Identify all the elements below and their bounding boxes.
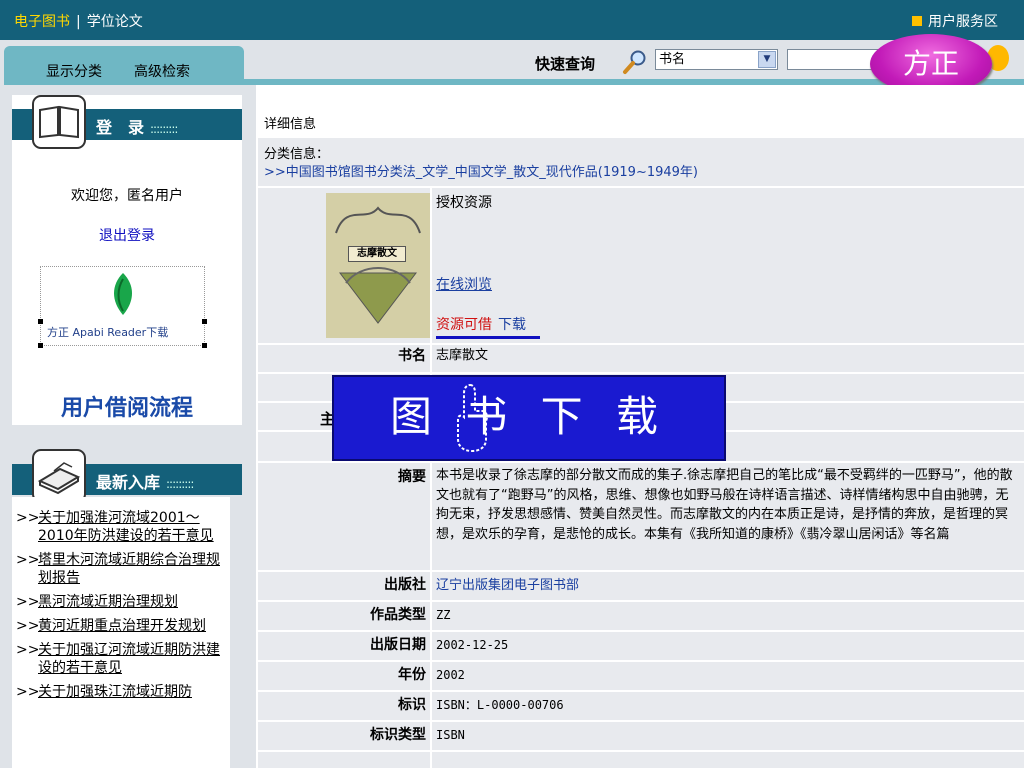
type-value: ZZ	[432, 602, 1024, 630]
type-key: 作品类型	[258, 602, 430, 630]
publisher-link[interactable]: 辽宁出版集团电子图书部	[432, 572, 1024, 600]
year-key: 年份	[258, 662, 430, 690]
list-item: >> 黑河流域近期治理规划	[12, 593, 230, 611]
latest-list-panel: >> 关于加强淮河流域2001～2010年防洪建设的若干意见 >> 塔里木河流域近期…	[12, 497, 230, 768]
user-service-link[interactable]: 用户服务区	[912, 11, 998, 31]
cover-title: 志摩散文	[348, 246, 406, 262]
list-marker: >>	[16, 618, 40, 634]
header-dots: :::::::::	[166, 477, 194, 491]
publisher-key: 出版社	[258, 572, 430, 600]
leaf-logo-icon	[114, 273, 132, 315]
books-stack-icon	[32, 449, 86, 503]
list-item: >> 塔里木河流域近期综合治理规划报告	[12, 551, 230, 587]
login-header-title: 登 录	[96, 118, 145, 137]
book-download-banner[interactable]: 图 书 下 载	[332, 375, 726, 461]
latest-link[interactable]: 关于加强珠江流域近期防	[38, 684, 192, 700]
list-marker: >>	[16, 684, 40, 700]
resize-handle	[202, 319, 207, 324]
abstract-key: 摘要	[258, 463, 430, 570]
online-browse-link[interactable]: 在线浏览	[436, 274, 492, 294]
availability: 资源可借 下载	[436, 314, 526, 334]
category-info: 分类信息： >>中国图书馆图书分类法_文学_中国文学_散文_现代作品(1919~…	[258, 138, 1024, 186]
list-marker: >>	[16, 552, 40, 568]
advanced-search-link[interactable]: 高级检索	[134, 61, 190, 81]
latest-link[interactable]: 关于加强辽河流域近期防洪建设的若干意见	[38, 642, 220, 676]
date-value: 2002-12-25	[432, 632, 1024, 660]
date-row: 出版日期 2002-12-25	[258, 632, 1024, 660]
identifier-value: ISBN：L-0000-00706	[432, 692, 1024, 720]
latest-link[interactable]: 关于加强淮河流域2001～2010年防洪建设的若干意见	[38, 510, 214, 544]
underline-bar	[436, 336, 540, 339]
search-field-select[interactable]: 书名 ▼	[655, 49, 778, 70]
cover-row: 志摩散文 授权资源 在线浏览 资源可借 下载	[258, 188, 1024, 343]
user-service-label: 用户服务区	[928, 14, 998, 30]
latest-header-title: 最新入库	[96, 473, 161, 492]
authorized-resource: 授权资源	[436, 195, 492, 211]
available-label: 资源可借	[436, 317, 492, 333]
logout-link[interactable]: 退出登录	[12, 225, 242, 245]
publisher-row: 出版社 辽宁出版集团电子图书部	[258, 572, 1024, 600]
header-dots: :::::::::	[150, 122, 178, 136]
square-bullet-icon	[912, 16, 922, 26]
nav-separator: |	[76, 14, 81, 30]
list-marker: >>	[16, 594, 40, 610]
list-item: >> 关于加强淮河流域2001～2010年防洪建设的若干意见	[12, 509, 230, 545]
latest-link[interactable]: 塔里木河流域近期综合治理规划报告	[38, 552, 220, 586]
quick-search-label: 快速查询	[535, 55, 596, 73]
identifier-key: 标识	[258, 692, 430, 720]
list-item: >> 关于加强珠江流域近期防	[12, 683, 230, 701]
year-value: 2002	[432, 662, 1024, 690]
resize-handle	[38, 319, 43, 324]
cover-cell: 志摩散文	[258, 188, 430, 343]
date-key: 出版日期	[258, 632, 430, 660]
identifier-type-value: ISBN	[432, 722, 1024, 750]
book-cover-image: 志摩散文	[326, 193, 430, 338]
latest-link[interactable]: 黄河近期重点治理开发规划	[38, 618, 206, 634]
type-row: 作品类型 ZZ	[258, 602, 1024, 630]
hand-cursor-icon	[457, 383, 488, 453]
category-label: 分类信息：	[264, 147, 330, 162]
banner-text: 图 书 下 载	[389, 392, 669, 441]
list-marker: >>	[16, 510, 40, 526]
identifier-row: 标识 ISBN：L-0000-00706	[258, 692, 1024, 720]
page-title: 详细信息	[264, 117, 317, 132]
search-field-value: 书名	[659, 52, 686, 67]
latest-panel-header: 最新入库:::::::::	[12, 449, 242, 503]
chevron-down-icon[interactable]: ▼	[758, 51, 776, 68]
year-row: 年份 2002	[258, 662, 1024, 690]
identifier-type-key: 标识类型	[258, 722, 430, 750]
tab-area: 显示分类 高级检索	[4, 46, 244, 85]
latest-link[interactable]: 黑河流域近期治理规划	[38, 594, 178, 610]
abstract-value: 本书是收录了徐志摩的部分散文而成的集子.徐志摩把自己的笔比成“最不受羁绊的一匹野…	[432, 463, 1024, 570]
identifier-type-row: 标识类型 ISBN	[258, 722, 1024, 750]
show-category-link[interactable]: 显示分类	[46, 61, 102, 81]
list-item: >> 黄河近期重点治理开发规划	[12, 617, 230, 635]
list-item: >> 关于加强辽河流域近期防洪建设的若干意见	[12, 641, 230, 677]
latest-list: >> 关于加强淮河流域2001～2010年防洪建设的若干意见 >> 塔里木河流域近期…	[12, 497, 230, 701]
top-nav-bar: 电子图书 | 学位论文 用户服务区	[0, 0, 1024, 40]
next-row	[258, 752, 1024, 768]
abstract-row: 摘要 本书是收录了徐志摩的部分散文而成的集子.徐志摩把自己的笔比成“最不受羁绊的…	[258, 463, 1024, 570]
nav-thesis-link[interactable]: 学位论文	[87, 14, 143, 30]
title-key: 书名	[258, 345, 430, 372]
login-panel: 登 录::::::::: 欢迎您，匿名用户 退出登录 方正 Apabi Read…	[12, 95, 242, 425]
borrow-process-link[interactable]: 用户借阅流程	[12, 390, 242, 422]
resize-handle	[202, 343, 207, 348]
top-nav: 电子图书 | 学位论文	[14, 11, 143, 31]
apabi-reader-download[interactable]: 方正 Apabi Reader下载	[38, 266, 207, 348]
category-path-link[interactable]: >>中国图书馆图书分类法_文学_中国文学_散文_现代作品(1919~1949年)	[264, 161, 698, 180]
magnifier-icon	[623, 50, 646, 74]
welcome-text: 欢迎您，匿名用户	[71, 188, 183, 204]
nav-ebook-link[interactable]: 电子图书	[14, 14, 70, 30]
title-row: 书名 志摩散文	[258, 345, 1024, 372]
resize-handle	[38, 343, 43, 348]
sidebar: 登 录::::::::: 欢迎您，匿名用户 退出登录 方正 Apabi Read…	[0, 85, 256, 768]
book-icon	[32, 95, 86, 149]
title-value: 志摩散文	[432, 345, 1024, 372]
resource-cell: 授权资源 在线浏览 资源可借 下载	[432, 188, 1024, 343]
apabi-label: 方正 Apabi Reader下载	[47, 326, 169, 339]
list-marker: >>	[16, 642, 40, 658]
download-link[interactable]: 下载	[498, 317, 526, 333]
